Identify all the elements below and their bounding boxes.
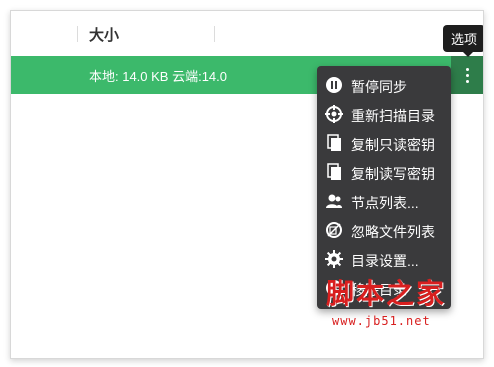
row-size-text: 本地: 14.0 KB 云端:14.0 [89,69,228,84]
menu-item-label: 重新扫描目录 [351,108,435,124]
pause-icon [326,77,342,93]
watermark-title: 脚本之家 [326,277,447,310]
site-watermark: 脚本之家 www.jb51.net [326,272,476,336]
menu-item-label: 忽略文件列表 [351,224,435,240]
kebab-dot [465,67,469,71]
options-button[interactable] [451,56,483,94]
options-tooltip: 选项 [443,25,483,57]
menu-item-label: 复制读写密钥 [351,166,435,182]
crosshair-icon [325,105,343,123]
menu-item-node-list[interactable]: 节点列表... [317,187,451,216]
watermark-url: www.jb51.net [332,314,431,328]
menu-item-ignore-list[interactable]: 忽略文件列表 [317,216,451,245]
kebab-dot [465,73,469,77]
copy-icon [327,134,341,151]
column-separator [77,26,78,42]
menu-item-folder-settings[interactable]: 目录设置... [317,245,451,274]
menu-item-pause-sync[interactable]: 暂停同步 [317,71,451,100]
menu-item-label: 复制只读密钥 [351,137,435,153]
gear-icon [325,250,343,268]
menu-item-copy-readonly-key[interactable]: 复制只读密钥 [317,129,451,158]
column-separator [214,26,215,42]
menu-item-copy-readwrite-key[interactable]: 复制读写密钥 [317,158,451,187]
column-header-size[interactable]: 大小 [89,24,119,45]
table-header: 大小 [11,11,483,57]
menu-item-label: 目录设置... [351,253,419,269]
copy-icon [327,163,341,180]
users-icon [326,194,342,208]
kebab-dot [465,79,469,83]
ignore-icon [326,222,342,238]
menu-item-label: 节点列表... [351,195,419,211]
menu-item-label: 暂停同步 [351,79,407,95]
menu-item-rescan[interactable]: 重新扫描目录 [317,100,451,129]
